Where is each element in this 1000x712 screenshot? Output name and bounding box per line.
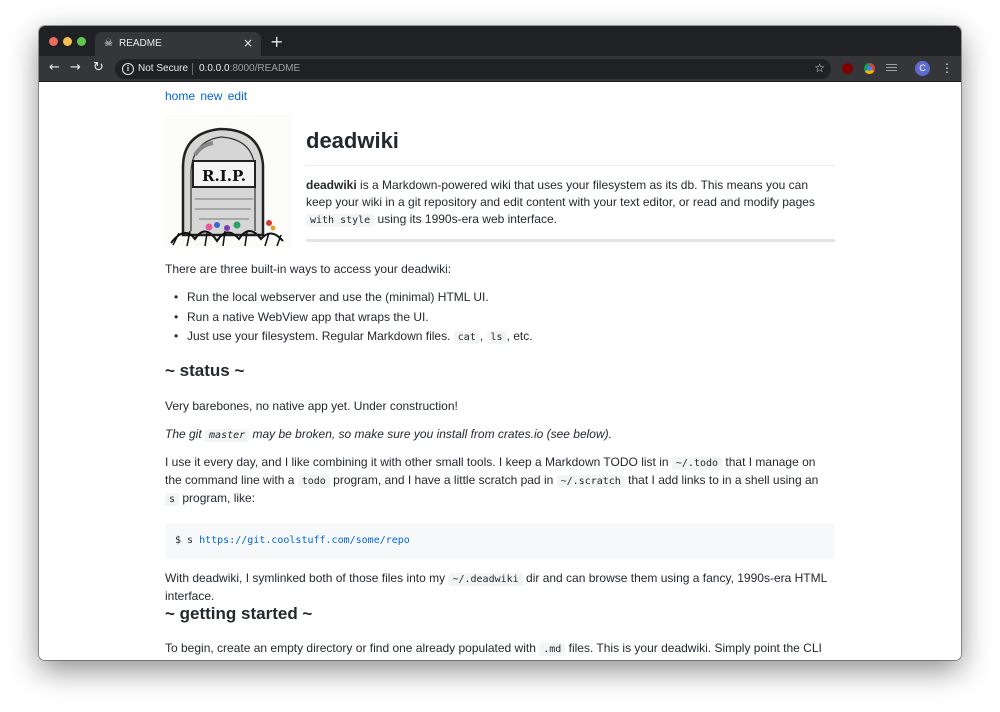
title-bar: ☠ README × + <box>39 26 961 56</box>
code-scratch-file: ~/.scratch <box>556 475 625 488</box>
intro-code: with style <box>306 214 375 227</box>
list-item: Run the local webserver and use the (min… <box>165 289 835 309</box>
tab-readme[interactable]: ☠ README × <box>95 32 261 56</box>
intro-text-2: using its 1990s-era web interface. <box>374 212 557 226</box>
back-button[interactable]: ← <box>49 60 60 75</box>
rip-tombstone-logo: R.I.P. <box>165 115 292 248</box>
code-url-link[interactable]: https://git.coolstuff.com/some/repo <box>199 535 410 546</box>
bookmark-star-icon[interactable]: ☆ <box>814 61 825 75</box>
address-bar[interactable]: i Not Secure 0.0.0.0:8000/README ☆ <box>115 59 831 79</box>
list-item: Run a native WebView app that wraps the … <box>165 309 835 329</box>
status-p4-text-a: With deadwiki, I symlinked both of those… <box>165 571 449 585</box>
status-paragraph-3: I use it every day, and I like combining… <box>165 454 835 508</box>
browser-menu-icon[interactable]: ⋮ <box>941 61 953 75</box>
url-text[interactable]: 0.0.0.0:8000/README <box>199 63 300 74</box>
chrome-icon[interactable] <box>864 63 875 74</box>
status-paragraph-4: With deadwiki, I symlinked both of those… <box>165 570 835 605</box>
url-path: :8000/README <box>229 63 301 74</box>
page-title: deadwiki <box>306 126 835 166</box>
nav-link-edit[interactable]: edit <box>228 89 247 103</box>
code-prompt: $ s <box>175 535 200 546</box>
profile-avatar[interactable]: C <box>915 61 930 76</box>
tab-favicon-icon: ☠ <box>104 38 113 49</box>
close-window-button[interactable] <box>49 37 58 46</box>
tab-close-icon[interactable]: × <box>243 36 253 50</box>
browser-window: ☠ README × + ← → ↻ i Not Secure 0.0.0.0:… <box>39 26 961 660</box>
access-list: Run the local webserver and use the (min… <box>165 289 835 348</box>
page-content: home new edit R.I.P. deadwiki deadwiki i… <box>39 83 961 660</box>
code-deadwiki-dir: ~/.deadwiki <box>448 573 523 586</box>
code-todo-program: todo <box>297 475 330 488</box>
status-p3-text-d: that I add links to in a shell using an <box>624 473 819 487</box>
list-item-tail: , etc. <box>506 329 533 343</box>
status-p2-text-a: The git <box>165 427 206 441</box>
code-ls: ls <box>486 331 507 344</box>
code-md: .md <box>539 643 566 656</box>
nav-link-home[interactable]: home <box>165 89 195 103</box>
status-p3-text-c: program, and I have a little scratch pad… <box>329 473 557 487</box>
ublock-icon[interactable] <box>842 63 853 74</box>
status-p3-text-a: I use it every day, and I like combining… <box>165 455 672 469</box>
zoom-window-button[interactable] <box>77 37 86 46</box>
new-tab-button[interactable]: + <box>270 32 283 51</box>
status-paragraph-2: The git master may be broken, so make su… <box>165 426 835 444</box>
gs-text-a: To begin, create an empty directory or f… <box>165 641 540 655</box>
reader-icon[interactable] <box>886 64 897 73</box>
reload-button[interactable]: ↻ <box>93 60 104 75</box>
intro-text-1: is a Markdown-powered wiki that uses you… <box>306 178 815 209</box>
logo-rip-text: R.I.P. <box>202 167 246 185</box>
getting-started-heading: ~ getting started ~ <box>165 604 313 623</box>
omnibox-divider <box>192 63 193 75</box>
status-heading: ~ status ~ <box>165 361 245 380</box>
getting-started-paragraph: To begin, create an empty directory or f… <box>165 640 835 660</box>
top-nav: home new edit <box>165 88 249 105</box>
code-todo-file: ~/.todo <box>671 457 723 470</box>
code-block: $ s https://git.coolstuff.com/some/repo <box>165 523 835 559</box>
code-master: master <box>205 429 250 442</box>
access-lead: There are three built-in ways to access … <box>165 262 452 276</box>
page-header: deadwiki deadwiki is a Markdown-powered … <box>306 115 835 242</box>
status-p3-text-e: program, like: <box>179 491 256 505</box>
list-item-text: Just use your filesystem. Regular Markdo… <box>187 329 451 343</box>
status-p2-text-b: may be broken, so make sure you install … <box>249 427 612 441</box>
minimize-window-button[interactable] <box>63 37 72 46</box>
info-icon[interactable]: i <box>122 63 134 75</box>
intro-paragraph: deadwiki is a Markdown-powered wiki that… <box>306 177 835 229</box>
list-item: Just use your filesystem. Regular Markdo… <box>165 328 835 348</box>
status-paragraph-1: Very barebones, no native app yet. Under… <box>165 399 458 413</box>
intro-bold-name: deadwiki <box>306 178 357 192</box>
browser-toolbar: ← → ↻ i Not Secure 0.0.0.0:8000/README ☆… <box>39 56 961 82</box>
list-item-sep: , <box>479 329 484 343</box>
url-host: 0.0.0.0 <box>199 63 230 74</box>
security-label[interactable]: Not Secure <box>138 63 188 74</box>
header-rule <box>306 239 835 242</box>
tab-title: README <box>119 38 162 49</box>
code-cat: cat <box>453 331 480 344</box>
forward-button[interactable]: → <box>70 60 81 75</box>
nav-link-new[interactable]: new <box>200 89 222 103</box>
code-s-program: s <box>165 493 180 506</box>
